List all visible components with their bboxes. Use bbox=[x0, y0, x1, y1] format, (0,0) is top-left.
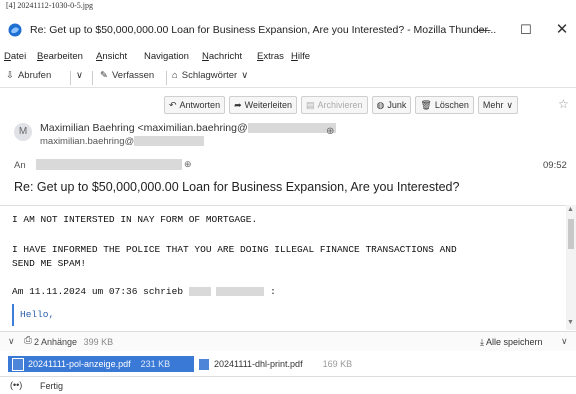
paperclip-icon: ⎙ bbox=[24, 335, 32, 346]
contact-icon[interactable]: ⊕ bbox=[184, 159, 192, 170]
forward-icon: ➦ bbox=[234, 99, 242, 110]
message-body: I AM NOT INTERSTED IN NAY FORM OF MORTGA… bbox=[0, 205, 576, 330]
junk-button[interactable]: ◍ Junk bbox=[371, 96, 412, 114]
junk-icon: ◍ bbox=[376, 99, 385, 110]
quoted-text: Hello, bbox=[20, 309, 55, 320]
from-address-secondary: maximilian.baehring@ bbox=[40, 136, 205, 147]
menu-navigation[interactable]: Navigation bbox=[144, 51, 189, 62]
tags-button[interactable]: ⌂ Schlagwörter ∨ bbox=[172, 70, 248, 81]
minimize-button[interactable]: — bbox=[470, 20, 498, 40]
reply-icon: ↶ bbox=[169, 99, 177, 110]
pencil-icon: ✎ bbox=[100, 70, 108, 81]
message-header: ↶ Antworten ➦ Weiterleiten ▤ Archivieren ◍ J… bbox=[0, 88, 576, 196]
menu-bar: Datei Bearbeiten Ansicht Navigation Nach… bbox=[0, 50, 576, 66]
quote-header: Am 11.11.2024 um 07:36 schrieb : bbox=[12, 286, 276, 297]
download-icon: ⤓ bbox=[480, 337, 484, 347]
chevron-down-icon: ∨ bbox=[241, 70, 249, 81]
redacted-recipient[interactable] bbox=[36, 159, 182, 170]
toolbar-divider bbox=[92, 71, 93, 85]
status-text: Fertig bbox=[40, 381, 64, 391]
toolbar-divider bbox=[70, 71, 71, 85]
delete-button[interactable]: 🗑 Löschen bbox=[415, 96, 474, 114]
body-scrollbar[interactable]: ▲ ▼ bbox=[566, 205, 576, 330]
menu-extras[interactable]: Extras bbox=[257, 51, 284, 62]
scroll-down-icon[interactable]: ▼ bbox=[567, 319, 574, 326]
attachment-list: 20241111-pol-anzeige.pdf 231 KB 20241111… bbox=[0, 352, 576, 374]
close-button[interactable]: ✕ bbox=[548, 20, 576, 40]
more-button[interactable]: Mehr ∨ bbox=[477, 96, 518, 114]
chevron-down-icon: ∨ bbox=[506, 99, 513, 110]
save-all-button[interactable]: ⤓ Alle speichern bbox=[480, 337, 543, 348]
toolbar-divider bbox=[166, 71, 167, 85]
redacted-block bbox=[188, 286, 211, 296]
attachment-bar: ∨ ⎙ 2 Anhänge 399 KB ⤓ Alle speichern ∨ bbox=[0, 331, 576, 351]
get-mail-dropdown[interactable]: ∨ bbox=[76, 70, 83, 81]
attachment-item[interactable]: 20241111-pol-anzeige.pdf 231 KB bbox=[8, 356, 194, 372]
tag-icon: ⌂ bbox=[172, 70, 178, 81]
menu-nachricht[interactable]: Nachricht bbox=[202, 51, 242, 62]
menu-hilfe[interactable]: Hilfe bbox=[291, 51, 310, 62]
attachment-count[interactable]: 2 Anhänge 399 KB bbox=[34, 337, 113, 347]
activity-icon: (••) bbox=[10, 380, 23, 390]
redacted-block bbox=[134, 136, 205, 147]
menu-ansicht[interactable]: Ansicht bbox=[96, 51, 127, 62]
from-address[interactable]: Maximilian Baehring <maximilian.baehring… bbox=[40, 122, 336, 134]
pdf-file-icon bbox=[198, 357, 210, 371]
download-icon: ⇩ bbox=[6, 70, 14, 81]
redacted-block bbox=[247, 123, 336, 134]
forward-button[interactable]: ➦ Weiterleiten bbox=[229, 96, 297, 114]
scroll-up-icon[interactable]: ▲ bbox=[567, 206, 574, 213]
title-bar: Re: Get up to $50,000,000.00 Loan for Bu… bbox=[0, 14, 576, 50]
avatar: M bbox=[14, 123, 32, 141]
chevron-down-icon: ∨ bbox=[76, 70, 83, 81]
body-line: SEND ME SPAM! bbox=[12, 258, 87, 269]
star-icon[interactable]: ☆ bbox=[558, 97, 569, 111]
file-caption: [4] 20241112-1030-0-5.jpg bbox=[6, 1, 93, 10]
archive-icon: ▤ bbox=[305, 99, 315, 110]
redacted-block bbox=[216, 286, 265, 296]
body-line: I AM NOT INTERSTED IN NAY FORM OF MORTGA… bbox=[12, 214, 258, 225]
message-subject: Re: Get up to $50,000,000.00 Loan for Bu… bbox=[14, 180, 460, 194]
message-time: 09:52 bbox=[543, 160, 567, 171]
chevron-down-icon[interactable]: ∨ bbox=[8, 336, 15, 347]
archive-button[interactable]: ▤ Archivieren bbox=[300, 96, 368, 114]
trash-icon: 🗑 bbox=[420, 99, 432, 110]
menu-datei[interactable]: Datei bbox=[4, 51, 26, 62]
quote-bar bbox=[12, 304, 14, 326]
to-label: An bbox=[14, 160, 26, 171]
main-toolbar: ⇩ Abrufen ∨ ✎ Verfassen ⌂ Schlagwörter ∨ bbox=[0, 66, 576, 88]
maximize-button[interactable]: ☐ bbox=[512, 20, 540, 40]
thunderbird-icon bbox=[8, 23, 22, 37]
body-line: I HAVE INFORMED THE POLICE THAT YOU ARE … bbox=[12, 244, 457, 255]
status-bar: (••) Fertig bbox=[0, 376, 576, 394]
scroll-thumb[interactable] bbox=[568, 219, 574, 249]
get-mail-button[interactable]: ⇩ Abrufen bbox=[6, 70, 51, 81]
pdf-file-icon bbox=[12, 357, 24, 371]
message-actions: ↶ Antworten ➦ Weiterleiten ▤ Archivieren ◍ J… bbox=[164, 96, 518, 114]
add-contact-icon[interactable]: ⊕ bbox=[326, 126, 334, 137]
write-button[interactable]: ✎ Verfassen bbox=[100, 70, 154, 81]
attachment-item[interactable]: 20241111-dhl-print.pdf 169 KB bbox=[198, 356, 352, 372]
reply-button[interactable]: ↶ Antworten bbox=[164, 96, 226, 114]
menu-bearbeiten[interactable]: Bearbeiten bbox=[37, 51, 83, 62]
window-title: Re: Get up to $50,000,000.00 Loan for Bu… bbox=[30, 24, 497, 36]
chevron-down-icon[interactable]: ∨ bbox=[561, 336, 568, 347]
